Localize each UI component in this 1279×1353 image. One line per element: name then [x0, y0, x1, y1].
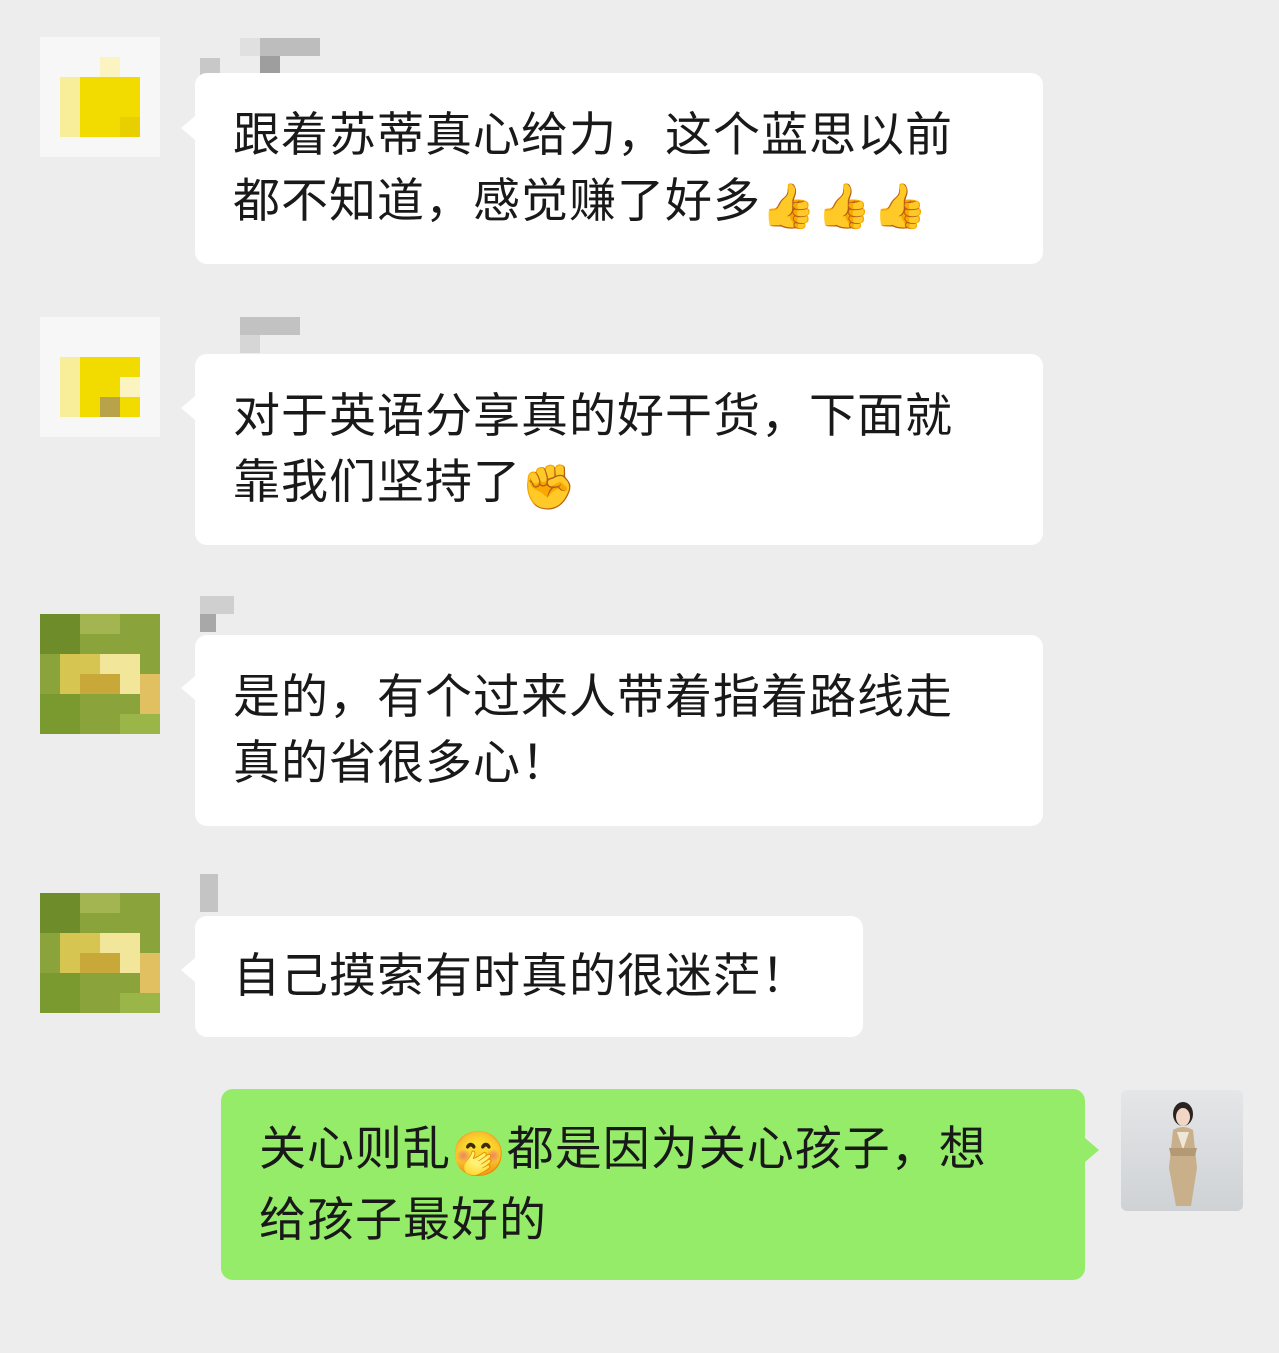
bubble-tail [1085, 1138, 1099, 1162]
bubble-tail [181, 396, 195, 420]
message-text: 都不知道，感觉赚了好多 [233, 174, 761, 229]
avatar[interactable] [40, 37, 160, 157]
message-bubble[interactable]: 自己摸索有时真的很迷茫！ [195, 916, 863, 1037]
avatar[interactable] [40, 893, 160, 1013]
bubble-tail [181, 116, 195, 140]
avatar[interactable] [40, 614, 160, 734]
bubble-tail [181, 958, 195, 982]
smile-cover-mouth-icon: 🤭 [451, 1129, 507, 1180]
message-text: 靠我们坚持了 [233, 455, 521, 510]
message-bubble[interactable]: 对于英语分享真的好干货，下面就 靠我们坚持了✊ [195, 354, 1043, 545]
raised-fist-icon: ✊ [521, 462, 577, 513]
message-text: 都是因为关心孩子，想 [506, 1122, 987, 1177]
message-text: 跟着苏蒂真心给力，这个蓝思以前 [233, 108, 953, 163]
avatar[interactable] [1121, 1090, 1243, 1211]
message-text: 真的省很多心！ [233, 736, 569, 791]
message-bubble[interactable]: 跟着苏蒂真心给力，这个蓝思以前 都不知道，感觉赚了好多👍👍👍 [195, 73, 1043, 264]
message-text: 给孩子最好的 [259, 1193, 547, 1248]
message-text: 对于英语分享真的好干货，下面就 [233, 389, 953, 444]
message-text: 自己摸索有时真的很迷茫！ [233, 949, 809, 1004]
message-bubble[interactable]: 关心则乱🤭都是因为关心孩子，想 给孩子最好的 [221, 1089, 1085, 1280]
thumbs-up-icon: 👍👍👍 [761, 181, 929, 232]
bubble-tail [181, 676, 195, 700]
avatar[interactable] [40, 317, 160, 437]
message-bubble[interactable]: 是的，有个过来人带着指着路线走 真的省很多心！ [195, 635, 1043, 826]
message-text: 关心则乱 [259, 1122, 451, 1177]
message-text: 是的，有个过来人带着指着路线走 [233, 670, 953, 725]
person-photo-icon [1169, 1102, 1197, 1206]
